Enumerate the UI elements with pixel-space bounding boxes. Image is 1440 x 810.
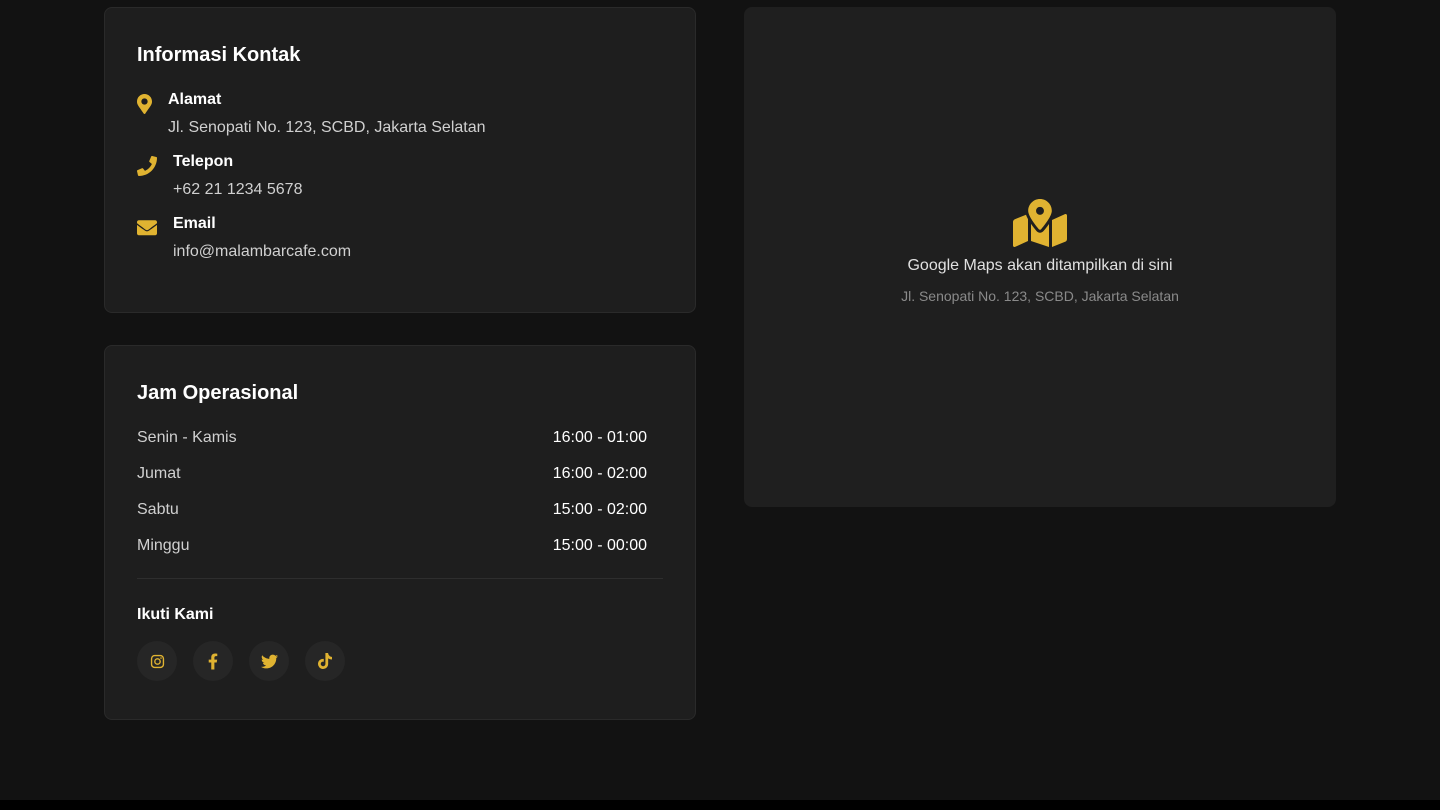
hours-row: Minggu 15:00 - 00:00	[137, 536, 647, 572]
divider	[137, 578, 663, 579]
tiktok-icon	[318, 653, 332, 669]
contact-item-phone: Telepon +62 21 1234 5678	[137, 152, 663, 200]
email-label: Email	[173, 215, 216, 232]
map-placeholder-text: Google Maps akan ditampilkan di sini	[907, 257, 1173, 274]
hours-day: Senin - Kamis	[137, 429, 237, 446]
envelope-icon	[137, 214, 173, 236]
hours-list: Senin - Kamis 16:00 - 01:00 Jumat 16:00 …	[137, 428, 647, 572]
hours-row: Sabtu 15:00 - 02:00	[137, 500, 647, 536]
hours-day: Sabtu	[137, 501, 179, 518]
hours-time: 16:00 - 02:00	[552, 465, 647, 482]
hours-row: Jumat 16:00 - 02:00	[137, 464, 647, 500]
twitter-button[interactable]	[249, 641, 289, 681]
map-pin-icon	[137, 90, 168, 114]
hours-time: 16:00 - 01:00	[552, 429, 647, 446]
tiktok-button[interactable]	[305, 641, 345, 681]
address-label: Alamat	[168, 91, 222, 108]
address-value: Jl. Senopati No. 123, SCBD, Jakarta Sela…	[168, 119, 486, 136]
hours-time: 15:00 - 02:00	[552, 501, 647, 518]
instagram-button[interactable]	[137, 641, 177, 681]
phone-label: Telepon	[173, 153, 234, 170]
contact-list: Alamat Jl. Senopati No. 123, SCBD, Jakar…	[137, 90, 663, 262]
opening-hours-card: Jam Operasional Senin - Kamis 16:00 - 01…	[104, 345, 696, 720]
map-location-icon	[1012, 199, 1068, 252]
contact-item-address: Alamat Jl. Senopati No. 123, SCBD, Jakar…	[137, 90, 663, 138]
contact-item-email: Email info@malambarcafe.com	[137, 214, 663, 262]
opening-hours-title: Jam Operasional	[137, 382, 299, 404]
phone-value[interactable]: +62 21 1234 5678	[173, 180, 302, 200]
contact-info-card: Informasi Kontak Alamat Jl. Senopati No.…	[104, 7, 696, 313]
twitter-icon	[260, 654, 278, 668]
contact-section: Informasi Kontak Alamat Jl. Senopati No.…	[0, 0, 1440, 810]
follow-us-title: Ikuti Kami	[137, 606, 214, 623]
facebook-button[interactable]	[193, 641, 233, 681]
map-address: Jl. Senopati No. 123, SCBD, Jakarta Sela…	[901, 288, 1179, 304]
social-links	[137, 641, 663, 681]
email-value[interactable]: info@malambarcafe.com	[173, 242, 351, 262]
phone-icon	[137, 152, 173, 176]
hours-day: Minggu	[137, 537, 190, 554]
hours-row: Senin - Kamis 16:00 - 01:00	[137, 428, 647, 464]
map-placeholder[interactable]: Google Maps akan ditampilkan di sini Jl.…	[744, 7, 1336, 507]
contact-info-title: Informasi Kontak	[137, 44, 301, 66]
hours-day: Jumat	[137, 465, 181, 482]
facebook-icon	[208, 653, 218, 669]
bottom-edge	[0, 800, 1440, 810]
hours-time: 15:00 - 00:00	[552, 537, 647, 554]
instagram-icon	[150, 654, 164, 668]
